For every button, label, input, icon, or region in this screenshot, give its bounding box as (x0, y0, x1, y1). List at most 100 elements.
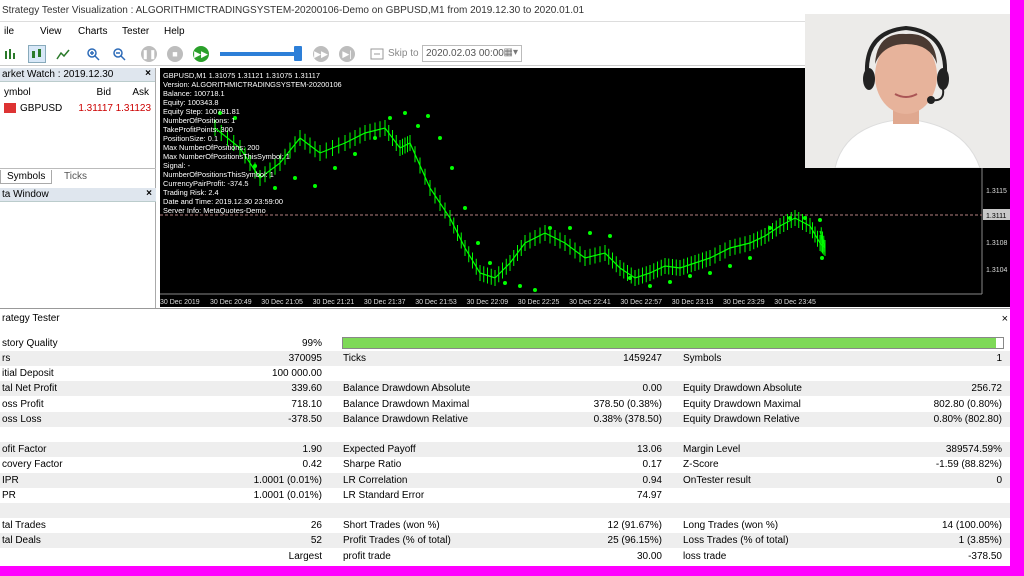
sar-dot (820, 256, 824, 260)
symbol-flag-icon (4, 103, 16, 113)
skip-date-value: 2020.02.03 00:00 (426, 48, 504, 59)
report-c1v: 1.0001 (0.01%) (253, 489, 322, 501)
report-row: tal Deals 52 Profit Trades (% of total) 25 … (0, 533, 1010, 549)
chart-info-line: NumberOfPositionsThisSymbol: 1 (163, 170, 274, 179)
report-c2l: Short Trades (won %) (343, 520, 440, 532)
tab-ticks[interactable]: Ticks (58, 170, 93, 184)
line-chart-icon[interactable] (54, 45, 72, 63)
tab-symbols[interactable]: Symbols (0, 170, 53, 184)
report-c1v: 26 (310, 520, 322, 532)
report-row: IPR 1.0001 (0.01%) LR Correlation 0.94 OnTes… (0, 472, 1010, 488)
report-c3v: 1 (996, 353, 1002, 364)
report-c3v: 802.80 (0.80%) (933, 398, 1002, 410)
report-c2l: profit trade (343, 550, 391, 562)
candlestick-icon[interactable] (28, 45, 46, 63)
time-tick-label: 30 Dec 21:37 (364, 299, 406, 306)
sar-dot (788, 216, 792, 220)
column-bid[interactable]: Bid (97, 87, 111, 98)
skip-date-input[interactable]: 2020.02.03 00:00 ▦▾ (422, 45, 522, 62)
close-icon[interactable]: × (1002, 313, 1008, 325)
chart-info-line: Date and Time: 2019.12.30 23:59:00 (163, 197, 283, 206)
skip-end-icon[interactable]: ▶| (338, 45, 356, 63)
report-c1l: tal Deals (2, 535, 41, 547)
report-c3v: 1 (3.85%) (958, 535, 1002, 547)
menu-charts[interactable]: Charts (78, 26, 107, 37)
chart-info-line: Equity Step: 100781.81 (163, 107, 240, 116)
skip-to-icon[interactable] (368, 45, 386, 63)
time-tick-label: 30 Dec 22:25 (518, 299, 560, 306)
report-c3l: loss trade (683, 550, 727, 562)
report-c2v: 30.00 (636, 550, 662, 562)
report-row: tal Trades 26 Short Trades (won %) 12 (91.6… (0, 518, 1010, 533)
column-ask[interactable]: Ask (132, 87, 149, 98)
report-c2l: Expected Payoff (343, 444, 416, 456)
report-c3l: Margin Level (683, 444, 741, 456)
history-quality-value: 99% (301, 338, 322, 349)
fast-forward-icon[interactable]: ▶▶ (192, 45, 210, 63)
speed-slider-thumb[interactable] (294, 46, 302, 61)
sar-dot (648, 284, 652, 288)
report-row (0, 427, 1010, 442)
market-watch-title: arket Watch : 2019.12.30 (2, 69, 114, 80)
sar-dot (353, 152, 357, 156)
report-c2l: Sharpe Ratio (343, 459, 402, 471)
report-c3l: Equity Drawdown Relative (683, 413, 800, 425)
sar-dot (518, 284, 522, 288)
chart-info-line: Signal: - (163, 161, 191, 170)
sar-dot (426, 114, 430, 118)
report-c1v: 100 000.00 (271, 368, 322, 380)
column-symbol[interactable]: ymbol (4, 87, 31, 98)
report-c2v: 1459247 (623, 353, 662, 364)
report-c3v: 256.72 (971, 383, 1002, 395)
report-c1l: ofit Factor (2, 444, 47, 456)
report-c2l: Profit Trades (% of total) (343, 535, 451, 547)
report-c3l: Loss Trades (% of total) (683, 535, 789, 547)
report-c2l: LR Standard Error (343, 489, 425, 501)
time-tick-label: 30 Dec 21:21 (313, 299, 355, 306)
report-c2l: Balance Drawdown Relative (343, 413, 469, 425)
chart-info-overlay: GBPUSD,M1 1.31075 1.31121 1.31075 1.3111… (163, 71, 342, 215)
bar-chart-icon[interactable] (2, 45, 20, 63)
price-tick-label: 1.3108 (986, 240, 1008, 247)
report-c1v: Largest (288, 550, 322, 562)
step-forward-icon[interactable]: ▶▶ (312, 45, 330, 63)
market-watch-columns: ymbol Bid Ask (0, 85, 155, 101)
price-tick-label: 1.3104 (986, 267, 1008, 274)
menu-help[interactable]: Help (164, 26, 185, 37)
speed-slider-track[interactable] (220, 52, 300, 56)
market-watch-header: arket Watch : 2019.12.30 × (0, 68, 155, 82)
history-quality-label: story Quality (2, 338, 58, 349)
menu-tester[interactable]: Tester (122, 26, 149, 37)
report-c1v: 0.42 (302, 459, 322, 471)
strategy-tester-title: rategy Tester (2, 313, 60, 324)
report-c3l: Z-Score (683, 459, 719, 471)
close-icon[interactable]: × (145, 68, 151, 79)
speed-slider-fill (220, 52, 296, 56)
stop-icon[interactable]: ■ (166, 45, 184, 63)
menu-view[interactable]: View (40, 26, 62, 37)
chart-info-line: PositionSize: 0.1 (163, 134, 219, 143)
close-icon[interactable]: × (146, 188, 152, 199)
report-c3l: Equity Drawdown Maximal (683, 398, 801, 410)
time-tick-label: 30 Dec 2019 (160, 299, 200, 306)
sar-dot (688, 274, 692, 278)
report-row: covery Factor 0.42 Sharpe Ratio 0.17 Z-Score… (0, 457, 1010, 472)
report-c3l: Symbols (683, 353, 722, 364)
zoom-out-icon[interactable] (110, 45, 128, 63)
sar-dot (668, 280, 672, 284)
pause-icon[interactable]: ❚❚ (140, 45, 158, 63)
report-row: Largest profit trade 30.00 loss trade -378.5… (0, 549, 1010, 564)
report-row (0, 503, 1010, 518)
time-tick-label: 30 Dec 23:29 (723, 299, 765, 306)
chart-info-line: Equity: 100343.8 (163, 98, 219, 107)
sar-dot (533, 288, 537, 292)
calendar-dropdown-icon[interactable]: ▦▾ (504, 47, 518, 58)
zoom-in-icon[interactable] (84, 45, 102, 63)
time-tick-label: 30 Dec 23:13 (672, 299, 714, 306)
market-watch-row[interactable]: GBPUSD 1.31117 1.31123 (0, 101, 155, 117)
time-tick-label: 30 Dec 22:57 (620, 299, 662, 306)
sar-dot (708, 271, 712, 275)
sar-dot (628, 276, 632, 280)
menu-file[interactable]: ile (4, 26, 14, 37)
report-c3l: Equity Drawdown Absolute (683, 383, 802, 395)
